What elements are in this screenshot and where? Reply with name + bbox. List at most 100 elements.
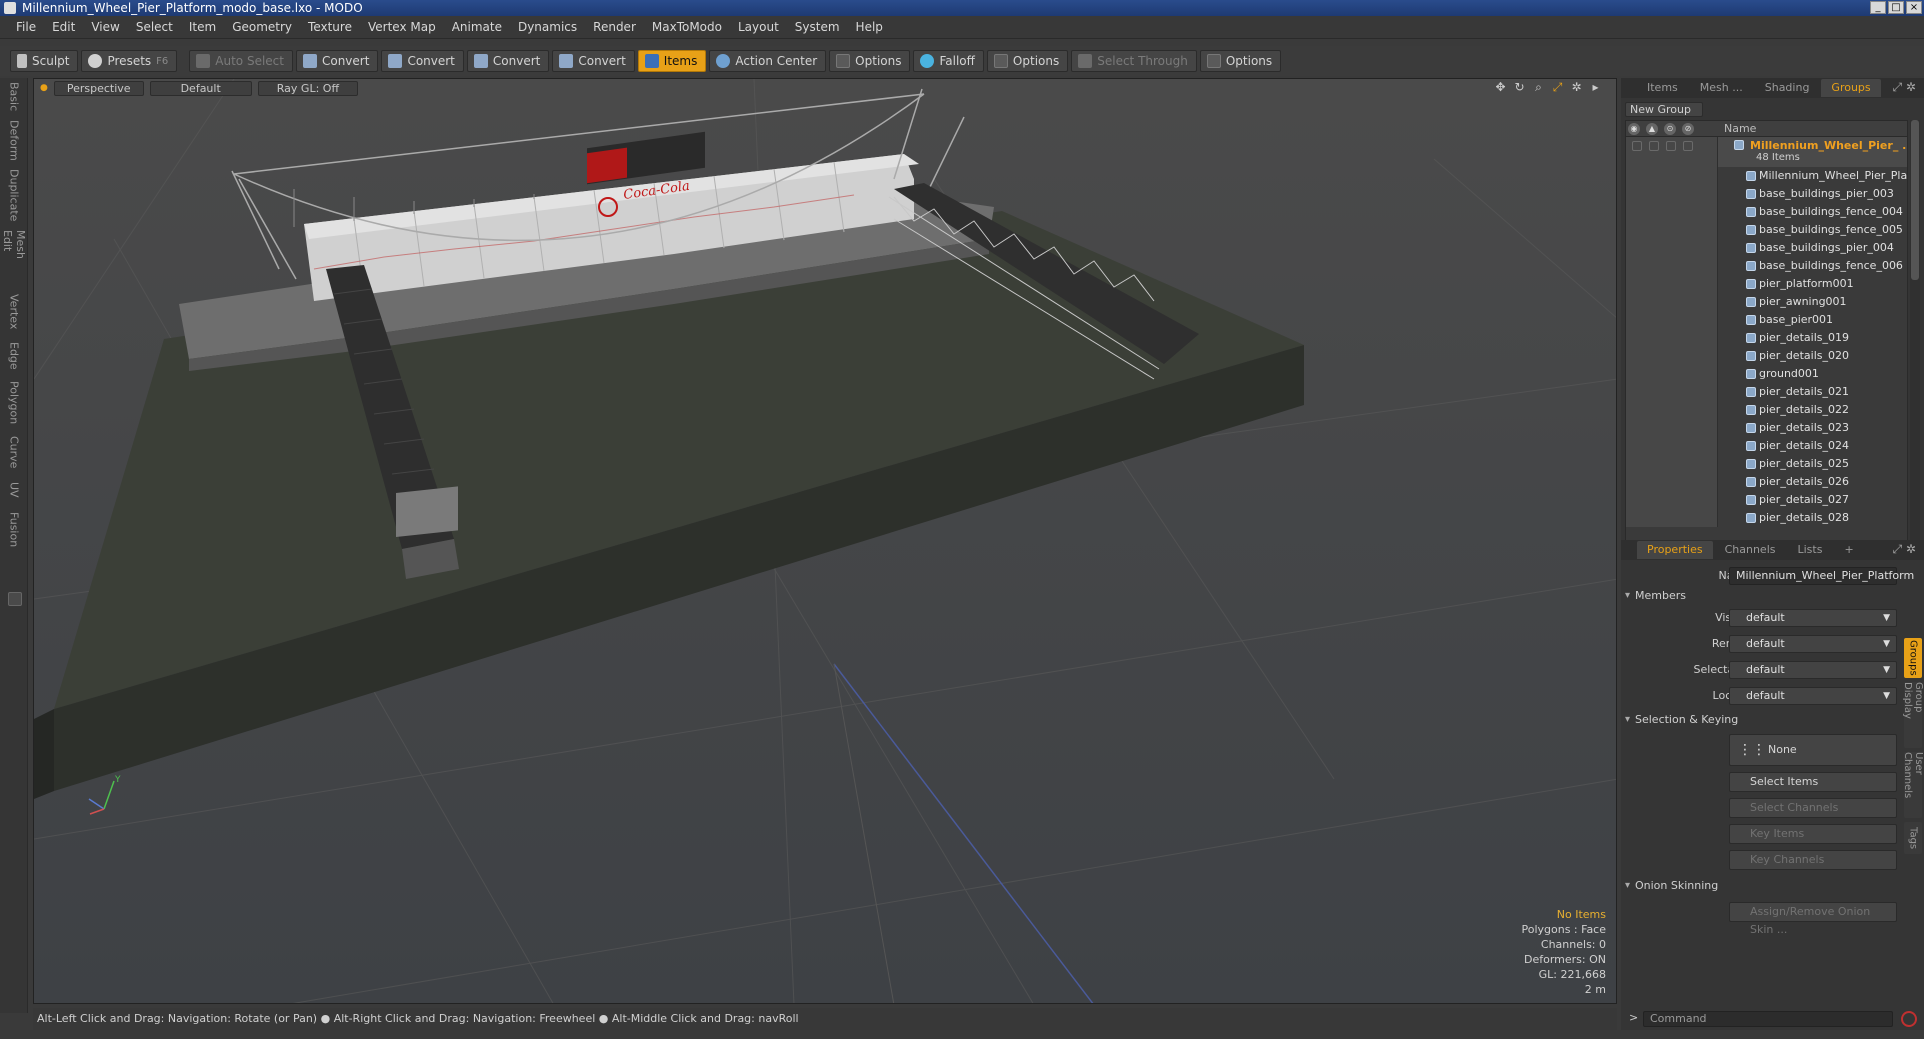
tab-properties[interactable]: Properties — [1637, 541, 1713, 559]
sculpt-button[interactable]: Sculpt — [10, 50, 79, 72]
row-visibility-gutter[interactable] — [1626, 275, 1718, 293]
view-type-dropdown[interactable]: Perspective — [53, 80, 144, 96]
convert-polygons-button[interactable]: Convert — [466, 50, 550, 72]
row-visibility-gutter[interactable] — [1626, 509, 1718, 527]
tab-channels[interactable]: Channels — [1715, 541, 1786, 559]
menu-item[interactable]: Item — [181, 16, 224, 39]
assign-onion-skin-button[interactable]: Assign/Remove Onion Skin ... — [1729, 902, 1897, 936]
items-mode-button[interactable]: Items — [637, 50, 707, 72]
tab-basic[interactable]: Basic — [4, 82, 24, 112]
list-item[interactable]: base_buildings_fence_006 — [1626, 257, 1907, 275]
row-visibility-gutter[interactable] — [1626, 329, 1718, 347]
side-tab-groups[interactable]: Groups — [1904, 638, 1922, 678]
list-item[interactable]: pier_details_024 — [1626, 437, 1907, 455]
row-visibility-gutter[interactable] — [1626, 311, 1718, 329]
onion-skinning-section[interactable]: Onion Skinning — [1625, 878, 1718, 894]
select-items-button[interactable]: Select Items — [1729, 772, 1897, 792]
falloff-options-button[interactable]: Options — [986, 50, 1069, 72]
list-item[interactable]: pier_details_026 — [1626, 473, 1907, 491]
selection-keying-section[interactable]: Selection & Keying — [1625, 712, 1738, 728]
menu-view[interactable]: View — [83, 16, 127, 39]
name-field[interactable]: Millennium_Wheel_Pier_Platform — [1729, 567, 1914, 585]
shading-dropdown[interactable]: Default — [149, 80, 252, 96]
side-tab-group-display[interactable]: Group Display — [1902, 682, 1924, 748]
menu-geometry[interactable]: Geometry — [224, 16, 300, 39]
list-item[interactable]: pier_platform001 — [1626, 275, 1907, 293]
menu-system[interactable]: System — [787, 16, 848, 39]
panel-settings-icon[interactable]: ⤢ ✲ — [1893, 542, 1916, 557]
falloff-button[interactable]: Falloff — [913, 50, 984, 72]
menu-dynamics[interactable]: Dynamics — [510, 16, 585, 39]
locked-dropdown[interactable]: default ▼ — [1729, 687, 1897, 705]
menu-render[interactable]: Render — [585, 16, 644, 39]
gear-icon[interactable]: ✲ — [1570, 81, 1583, 94]
list-item[interactable]: base_pier001 — [1626, 311, 1907, 329]
menu-animate[interactable]: Animate — [444, 16, 510, 39]
selectable-dropdown[interactable]: default ▼ — [1729, 661, 1897, 679]
tab-mesh[interactable]: Mesh ... — [1690, 79, 1753, 97]
list-item[interactable]: base_buildings_fence_004 — [1626, 203, 1907, 221]
list-item[interactable]: pier_details_020 — [1626, 347, 1907, 365]
row-visibility-gutter[interactable] — [1626, 167, 1718, 185]
close-button[interactable]: × — [1906, 1, 1922, 14]
tab-deform[interactable]: Deform — [4, 120, 24, 161]
menu-maxtomodo[interactable]: MaxToModo — [644, 16, 730, 39]
row-visibility-gutter[interactable] — [1626, 473, 1718, 491]
fit-icon[interactable]: ⤢ — [1551, 81, 1564, 94]
row-visibility-gutter[interactable] — [1626, 383, 1718, 401]
auto-select-button[interactable]: Auto Select — [189, 50, 293, 72]
convert-edges-button[interactable]: Convert — [381, 50, 464, 72]
tree-scrollbar[interactable] — [1910, 120, 1920, 552]
raygl-toggle[interactable]: Ray GL: Off — [257, 80, 359, 96]
list-item[interactable]: pier_details_027 — [1626, 491, 1907, 509]
row-visibility-gutter[interactable] — [1626, 437, 1718, 455]
tab-items[interactable]: Items — [1637, 79, 1688, 97]
tab-lists[interactable]: Lists — [1788, 541, 1833, 559]
row-visibility-gutter[interactable] — [1626, 185, 1718, 203]
toggle-panel-button[interactable] — [8, 592, 22, 606]
tab-edge[interactable]: Edge — [4, 340, 24, 372]
add-tab-button[interactable]: + — [1834, 541, 1863, 559]
tab-groups[interactable]: Groups — [1821, 79, 1881, 97]
menu-edit[interactable]: Edit — [44, 16, 83, 39]
presets-button[interactable]: Presets F6 — [81, 50, 178, 72]
row-visibility-gutter[interactable] — [1626, 365, 1718, 383]
row-visibility-gutter[interactable] — [1626, 257, 1718, 275]
menu-layout[interactable]: Layout — [730, 16, 787, 39]
tab-duplicate[interactable]: Duplicate — [4, 169, 24, 221]
row-visibility-gutter[interactable] — [1626, 419, 1718, 437]
side-tab-tags[interactable]: Tags — [1904, 822, 1922, 854]
list-item[interactable]: pier_details_022 — [1626, 401, 1907, 419]
tab-shading[interactable]: Shading — [1755, 79, 1820, 97]
side-tab-user-channels[interactable]: User Channels — [1902, 752, 1924, 818]
action-center-options-button[interactable]: Options — [829, 50, 911, 72]
minimize-button[interactable]: _ — [1870, 1, 1886, 14]
group-row[interactable]: Millennium_Wheel_Pier_ ... 48 Items — [1626, 137, 1907, 167]
eye-icon[interactable]: ◉ — [1628, 123, 1640, 135]
select-through-options-button[interactable]: Options — [1199, 50, 1282, 72]
list-item[interactable]: pier_details_019 — [1626, 329, 1907, 347]
key-items-button[interactable]: Key Items — [1729, 824, 1897, 844]
render-dropdown[interactable]: default ▼ — [1729, 635, 1897, 653]
menu-file[interactable]: File — [8, 16, 44, 39]
render-icon[interactable]: ▲ — [1646, 123, 1658, 135]
zoom-icon[interactable]: ⌕ — [1532, 81, 1545, 94]
tab-vertex[interactable]: Vertex — [4, 292, 24, 332]
members-section[interactable]: Members — [1625, 588, 1686, 604]
panel-expand-icon[interactable]: ⤢ ✲ — [1893, 80, 1916, 95]
convert-materials-button[interactable]: Convert — [552, 50, 635, 72]
row-visibility-gutter[interactable] — [1626, 347, 1718, 365]
menu-help[interactable]: Help — [848, 16, 891, 39]
list-item[interactable]: pier_details_025 — [1626, 455, 1907, 473]
3d-viewport[interactable]: ● Perspective Default Ray GL: Off ✥ ↻ ⌕ … — [33, 78, 1617, 1004]
tab-polygon[interactable]: Polygon — [4, 380, 24, 426]
convert-vertices-button[interactable]: Convert — [295, 50, 379, 72]
select-through-button[interactable]: Select Through — [1071, 50, 1197, 72]
pan-icon[interactable]: ✥ — [1494, 81, 1507, 94]
select-channels-button[interactable]: Select Channels — [1729, 798, 1897, 818]
row-visibility-gutter[interactable] — [1626, 203, 1718, 221]
list-item[interactable]: base_buildings_pier_004 — [1626, 239, 1907, 257]
menu-texture[interactable]: Texture — [300, 16, 360, 39]
row-visibility-gutter[interactable] — [1626, 401, 1718, 419]
menu-vertex-map[interactable]: Vertex Map — [360, 16, 444, 39]
